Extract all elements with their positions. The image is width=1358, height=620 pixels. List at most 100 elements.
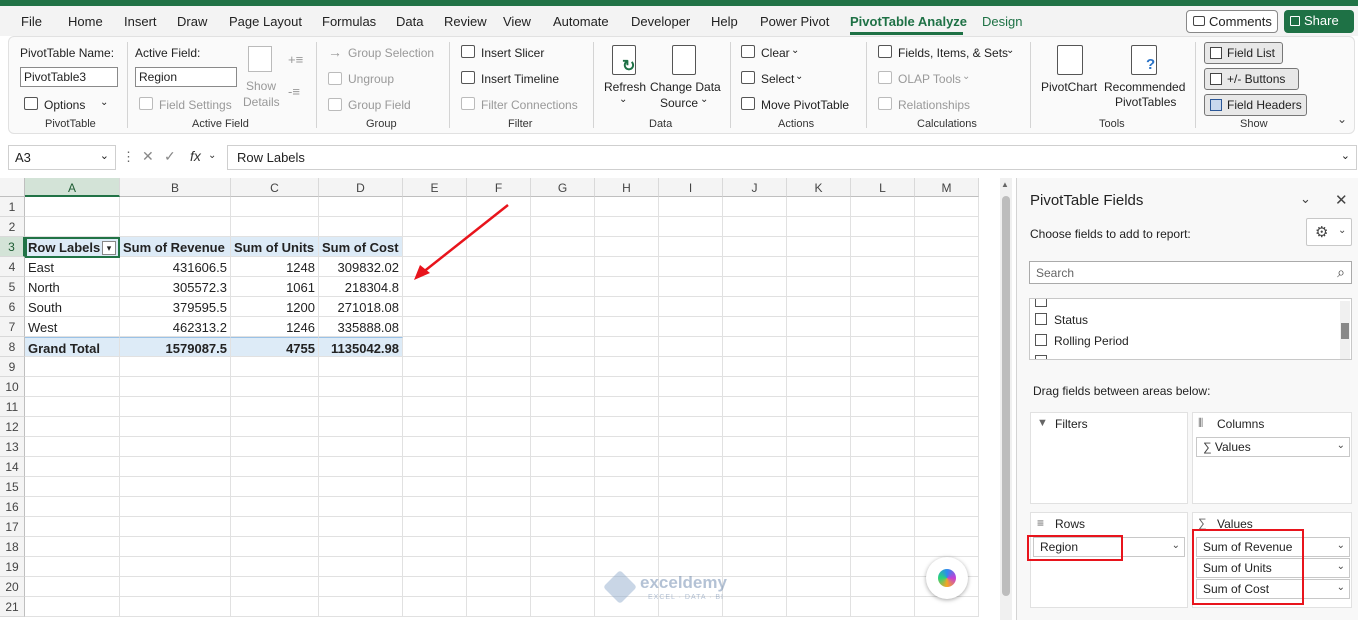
cell-d17[interactable]	[319, 517, 403, 537]
select-button[interactable]: Select	[761, 72, 794, 86]
cell-k6[interactable]	[787, 297, 851, 317]
relationships-button[interactable]: Relationships	[898, 98, 970, 112]
cell-b6[interactable]: 379595.5	[120, 297, 231, 317]
row-header-21[interactable]: 21	[0, 597, 25, 617]
cell-g12[interactable]	[531, 417, 595, 437]
pivotchart-button[interactable]: PivotChart	[1041, 80, 1097, 94]
field-search-input[interactable]: Search ⌕	[1029, 261, 1352, 284]
cell-l10[interactable]	[851, 377, 915, 397]
row-header-2[interactable]: 2	[0, 217, 25, 237]
cell-f21[interactable]	[467, 597, 531, 617]
cell-i12[interactable]	[659, 417, 723, 437]
cell-c1[interactable]	[231, 197, 319, 217]
cell-k1[interactable]	[787, 197, 851, 217]
cell-i1[interactable]	[659, 197, 723, 217]
cell-l20[interactable]	[851, 577, 915, 597]
cell-d3[interactable]: Sum of Cost	[319, 237, 403, 257]
cell-c3[interactable]: Sum of Units	[231, 237, 319, 257]
cell-c12[interactable]	[231, 417, 319, 437]
tab-pivottable-analyze[interactable]: PivotTable Analyze	[850, 14, 967, 29]
cell-d2[interactable]	[319, 217, 403, 237]
cell-h10[interactable]	[595, 377, 659, 397]
cell-j2[interactable]	[723, 217, 787, 237]
cell-g16[interactable]	[531, 497, 595, 517]
cell-g21[interactable]	[531, 597, 595, 617]
pane-close-icon[interactable]: ✕	[1335, 191, 1348, 209]
tab-file[interactable]: File	[21, 14, 42, 29]
cell-f20[interactable]	[467, 577, 531, 597]
cell-e9[interactable]	[403, 357, 467, 377]
cell-d14[interactable]	[319, 457, 403, 477]
cell-c4[interactable]: 1248	[231, 257, 319, 277]
cell-g19[interactable]	[531, 557, 595, 577]
cell-h3[interactable]	[595, 237, 659, 257]
cell-c5[interactable]: 1061	[231, 277, 319, 297]
cell-l3[interactable]	[851, 237, 915, 257]
cell-l18[interactable]	[851, 537, 915, 557]
cell-k13[interactable]	[787, 437, 851, 457]
cell-b16[interactable]	[120, 497, 231, 517]
cell-b17[interactable]	[120, 517, 231, 537]
cell-j10[interactable]	[723, 377, 787, 397]
show-details-label-2[interactable]: Details	[243, 95, 280, 109]
cell-f16[interactable]	[467, 497, 531, 517]
cell-g14[interactable]	[531, 457, 595, 477]
cell-b7[interactable]: 462313.2	[120, 317, 231, 337]
select-all-corner[interactable]	[0, 178, 25, 197]
cell-m13[interactable]	[915, 437, 979, 457]
cell-i18[interactable]	[659, 537, 723, 557]
tab-formulas[interactable]: Formulas	[322, 14, 376, 29]
cell-e12[interactable]	[403, 417, 467, 437]
cell-c11[interactable]	[231, 397, 319, 417]
cell-h2[interactable]	[595, 217, 659, 237]
field-checkbox-partial[interactable]	[1035, 299, 1047, 307]
cell-j16[interactable]	[723, 497, 787, 517]
cell-c21[interactable]	[231, 597, 319, 617]
cell-f15[interactable]	[467, 477, 531, 497]
cell-h8[interactable]	[595, 337, 659, 357]
cell-i11[interactable]	[659, 397, 723, 417]
olap-tools-button[interactable]: OLAP Tools	[898, 72, 961, 86]
cell-d13[interactable]	[319, 437, 403, 457]
cell-j4[interactable]	[723, 257, 787, 277]
cell-l4[interactable]	[851, 257, 915, 277]
cancel-x-icon[interactable]: ✕	[142, 148, 154, 165]
cell-m3[interactable]	[915, 237, 979, 257]
cell-h1[interactable]	[595, 197, 659, 217]
group-selection-button[interactable]: Group Selection	[348, 46, 434, 60]
cell-g13[interactable]	[531, 437, 595, 457]
row-header-9[interactable]: 9	[0, 357, 25, 377]
cell-a17[interactable]	[25, 517, 120, 537]
move-pivottable-button[interactable]: Move PivotTable	[761, 98, 849, 112]
values-item-chevron-icon[interactable]: ⌄	[1337, 582, 1345, 593]
cell-k16[interactable]	[787, 497, 851, 517]
cell-k2[interactable]	[787, 217, 851, 237]
pivottable-name-input[interactable]: PivotTable3	[20, 67, 118, 87]
field-list-scroll-thumb[interactable]	[1341, 323, 1349, 339]
field-list[interactable]: Status Rolling Period	[1029, 298, 1352, 360]
tab-insert[interactable]: Insert	[124, 14, 157, 29]
cell-l2[interactable]	[851, 217, 915, 237]
cell-j11[interactable]	[723, 397, 787, 417]
cell-e21[interactable]	[403, 597, 467, 617]
cell-b21[interactable]	[120, 597, 231, 617]
filters-area[interactable]	[1030, 412, 1188, 504]
cell-g4[interactable]	[531, 257, 595, 277]
clear-button[interactable]: Clear	[761, 46, 790, 60]
cell-k12[interactable]	[787, 417, 851, 437]
insert-timeline-button[interactable]: Insert Timeline	[481, 72, 559, 86]
cell-k20[interactable]	[787, 577, 851, 597]
options-button[interactable]: Options	[44, 98, 85, 112]
cell-d8[interactable]: 1135042.98	[319, 337, 403, 357]
cell-l7[interactable]	[851, 317, 915, 337]
cell-d11[interactable]	[319, 397, 403, 417]
cell-m10[interactable]	[915, 377, 979, 397]
cell-k11[interactable]	[787, 397, 851, 417]
row-header-14[interactable]: 14	[0, 457, 25, 477]
cell-k7[interactable]	[787, 317, 851, 337]
cell-j1[interactable]	[723, 197, 787, 217]
cell-d4[interactable]: 309832.02	[319, 257, 403, 277]
cell-f10[interactable]	[467, 377, 531, 397]
recommended-pivottables-label-1[interactable]: Recommended	[1104, 80, 1185, 94]
change-data-source-label-1[interactable]: Change Data	[650, 80, 721, 94]
